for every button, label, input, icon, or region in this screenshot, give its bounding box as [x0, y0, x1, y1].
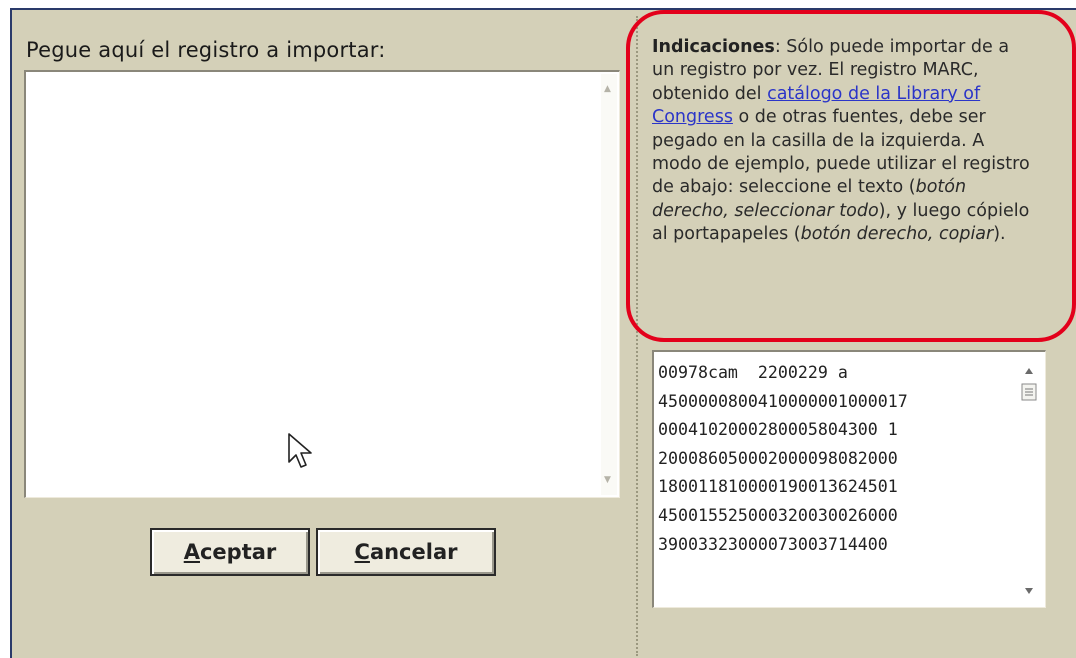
scroll-down-icon[interactable]: ▼: [604, 475, 611, 485]
marc-line: 00978cam 2200229 a: [658, 363, 848, 382]
marc-line: 200086050002000098082000: [658, 448, 898, 468]
accept-label: ceptar: [199, 540, 277, 564]
highlight-outline: [626, 10, 1076, 342]
textarea-scrollbar[interactable]: ▲ ▼: [601, 74, 617, 495]
marc-sample-textarea[interactable]: 00978cam 2200229 a 4500000800410000001000…: [652, 350, 1046, 608]
record-textarea[interactable]: ▲ ▼: [24, 70, 620, 498]
cancel-label: ancelar: [369, 540, 458, 564]
marc-line: 180011810000190013624501: [658, 477, 898, 497]
accept-mnemonic: A: [183, 540, 200, 564]
marc-scrollbar[interactable]: [1017, 360, 1041, 604]
marc-line: 4500000800410000001000017: [658, 391, 908, 411]
cancel-mnemonic: C: [354, 540, 370, 564]
scroll-down-icon: [1025, 588, 1033, 594]
marc-line: 0004102000280005804300 1: [658, 420, 898, 440]
paste-label: Pegue aquí el registro a importar:: [26, 38, 386, 62]
marc-sample-content: 00978cam 2200229 a 4500000800410000001000…: [658, 359, 908, 559]
cancel-button[interactable]: Cancelar: [316, 528, 496, 576]
scroll-up-icon[interactable]: ▲: [604, 84, 611, 94]
scroll-up-icon: [1025, 368, 1033, 374]
marc-line: 450015525000320030026000: [658, 505, 898, 525]
mouse-pointer-icon: [288, 433, 312, 468]
accept-button[interactable]: Aceptar: [150, 528, 310, 576]
marc-line: 39003323000073003714400: [658, 534, 888, 554]
